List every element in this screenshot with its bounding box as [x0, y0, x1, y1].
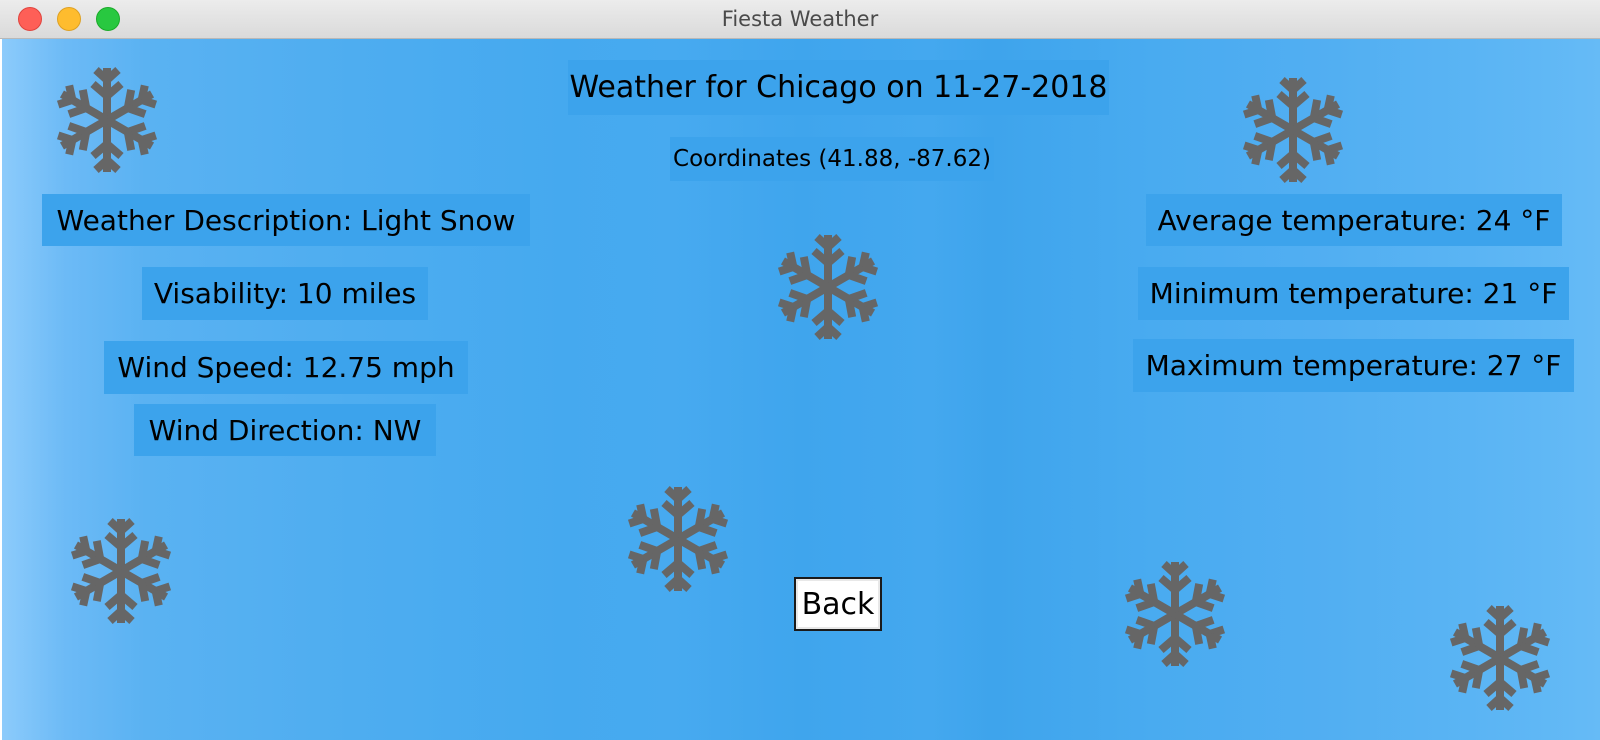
coordinates-label: Coordinates (41.88, -87.62): [670, 137, 994, 181]
snowflake-icon: [770, 229, 886, 345]
back-button[interactable]: Back: [794, 577, 882, 631]
page-title: Weather for Chicago on 11-27-2018: [568, 60, 1109, 115]
title-bar: Fiesta Weather: [0, 0, 1600, 39]
snowflake-icon: [1442, 600, 1558, 716]
snowflake-icon: [49, 62, 165, 178]
average-temperature-label: Average temperature: 24 °F: [1146, 194, 1562, 246]
wind-direction-label: Wind Direction: NW: [134, 404, 436, 456]
weather-view: Weather for Chicago on 11-27-2018 Coordi…: [2, 39, 1600, 740]
window-title: Fiesta Weather: [721, 7, 879, 31]
snowflake-icon: [1235, 72, 1351, 188]
wind-speed-label: Wind Speed: 12.75 mph: [104, 341, 468, 394]
snowflake-icon: [1117, 556, 1233, 672]
visibility-label: Visability: 10 miles: [142, 267, 428, 320]
maximum-temperature-label: Maximum temperature: 27 °F: [1133, 339, 1574, 392]
snowflake-icon: [63, 513, 179, 629]
snowflake-icon: [620, 481, 736, 597]
app-window: Fiesta Weather Weather for Chicago on 11…: [0, 0, 1600, 740]
weather-description-label: Weather Description: Light Snow: [42, 194, 530, 246]
minimum-temperature-label: Minimum temperature: 21 °F: [1138, 267, 1569, 320]
